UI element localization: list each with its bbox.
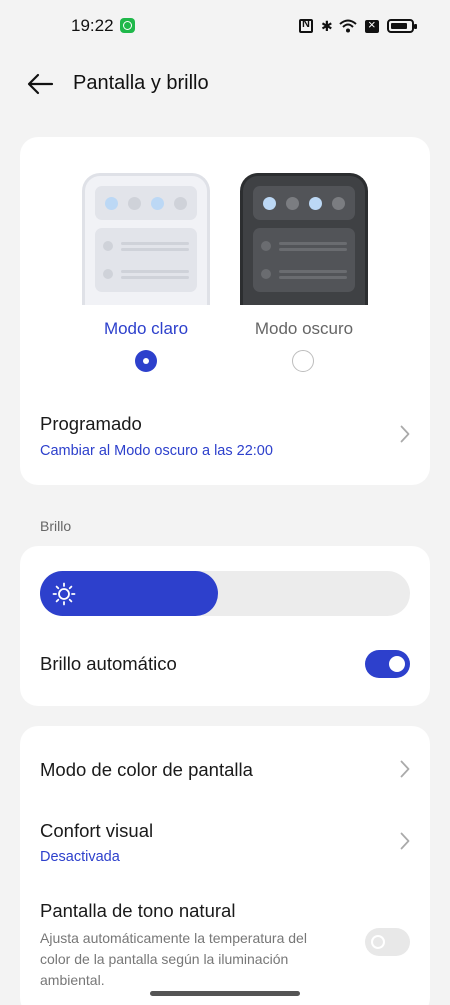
auto-brightness-toggle[interactable] bbox=[365, 650, 410, 678]
status-icons: ✱ bbox=[299, 16, 417, 36]
theme-card: Modo claro Modo oscuro Programado Cambia… bbox=[20, 137, 430, 485]
chevron-right-icon bbox=[400, 760, 410, 778]
natural-tone-title: Pantalla de tono natural bbox=[40, 900, 236, 921]
preview-dot bbox=[128, 197, 141, 210]
page-title: Pantalla y brillo bbox=[73, 72, 209, 94]
header: Pantalla y brillo bbox=[0, 60, 450, 108]
battery-icon bbox=[387, 19, 417, 33]
preview-dot bbox=[332, 197, 345, 210]
preview-dot bbox=[174, 197, 187, 210]
natural-tone-toggle[interactable] bbox=[365, 928, 410, 956]
preview-list bbox=[95, 228, 197, 292]
chevron-right-icon bbox=[400, 832, 410, 850]
preview-dot bbox=[151, 197, 164, 210]
preview-dot bbox=[105, 197, 118, 210]
natural-tone-description: Ajusta automáticamente la temperatura de… bbox=[40, 930, 307, 988]
no-sim-icon bbox=[365, 17, 379, 33]
visual-comfort-subtitle: Desactivada bbox=[40, 849, 120, 865]
home-indicator[interactable] bbox=[150, 991, 300, 996]
preview-row bbox=[261, 269, 347, 279]
preview-dots bbox=[95, 186, 197, 220]
light-mode-label[interactable]: Modo claro bbox=[76, 319, 216, 339]
status-time: 19:22 bbox=[71, 16, 114, 35]
color-mode-title: Modo de color de pantalla bbox=[40, 759, 253, 780]
visual-comfort-title: Confort visual bbox=[40, 820, 154, 841]
brightness-slider[interactable] bbox=[40, 571, 410, 616]
preview-list bbox=[253, 228, 355, 292]
status-bar: 19:22 ✱ bbox=[0, 0, 450, 52]
schedule-subtitle: Cambiar al Modo oscuro a las 22:00 bbox=[40, 443, 273, 459]
light-mode-radio[interactable] bbox=[135, 350, 157, 372]
preview-row bbox=[103, 241, 189, 251]
nfc-icon bbox=[299, 18, 313, 33]
preview-dot bbox=[286, 197, 299, 210]
schedule-title: Programado bbox=[40, 413, 142, 434]
auto-brightness-label: Brillo automático bbox=[40, 653, 177, 674]
dark-mode-radio[interactable] bbox=[292, 350, 314, 372]
preview-row bbox=[103, 269, 189, 279]
chevron-right-icon bbox=[400, 425, 410, 443]
brightness-card: Brillo automático bbox=[20, 546, 430, 706]
bluetooth-icon: ✱ bbox=[321, 18, 333, 34]
preview-dots bbox=[253, 186, 355, 220]
sun-icon bbox=[52, 582, 76, 606]
app-notification-icon bbox=[120, 18, 135, 33]
preview-row bbox=[261, 241, 347, 251]
preview-dot bbox=[309, 197, 322, 210]
preview-dot bbox=[263, 197, 276, 210]
dark-mode-preview[interactable] bbox=[240, 173, 368, 305]
arrow-left-icon[interactable] bbox=[26, 71, 54, 97]
brightness-section-label: Brillo bbox=[40, 518, 72, 534]
dark-mode-label[interactable]: Modo oscuro bbox=[234, 319, 374, 339]
wifi-icon bbox=[339, 19, 357, 33]
light-mode-preview[interactable] bbox=[82, 173, 210, 305]
display-settings-card: Modo de color de pantalla Confort visual… bbox=[20, 726, 430, 1005]
